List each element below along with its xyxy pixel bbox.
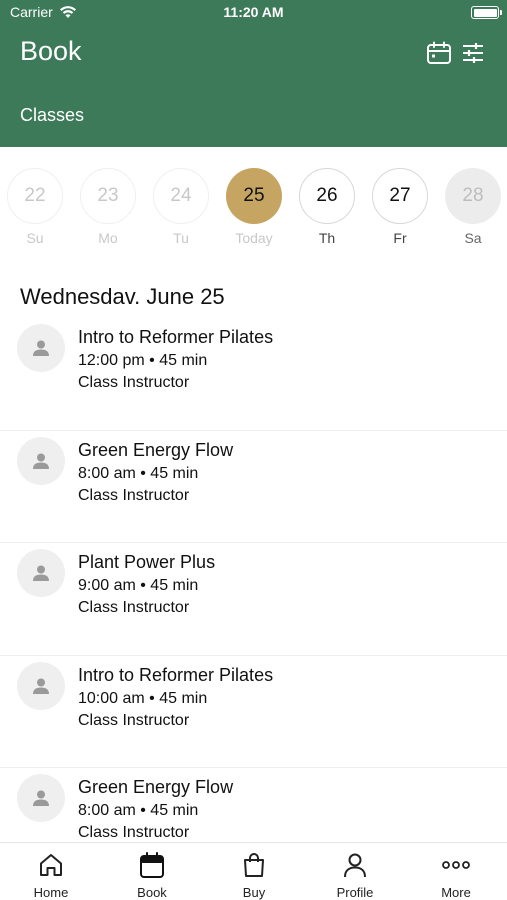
tab-label: More <box>441 885 471 900</box>
class-instructor: Class Instructor <box>78 374 190 391</box>
person-placeholder-icon <box>33 565 49 581</box>
more-dots-icon <box>442 861 470 869</box>
class-instructor: Class Instructor <box>78 599 190 616</box>
tab-buy[interactable]: Buy <box>219 849 289 900</box>
instructor-avatar <box>17 436 65 485</box>
tab-label: Profile <box>336 885 374 900</box>
class-instructor: Class Instructor <box>78 711 190 729</box>
day-label: Today <box>235 230 273 246</box>
tab-more[interactable]: More <box>421 849 491 900</box>
tab-book[interactable]: Book <box>117 849 187 900</box>
tab-home[interactable]: Home <box>16 849 86 900</box>
person-placeholder-icon <box>33 453 49 469</box>
calendar-icon <box>427 41 451 64</box>
page-title: Book <box>20 36 82 66</box>
instructor-avatar <box>17 661 65 710</box>
day-number: 26 <box>299 168 355 224</box>
day-label: Sa <box>464 230 482 246</box>
filter-sliders-icon <box>463 43 483 63</box>
day-saturday[interactable]: 28 Sa <box>445 168 501 246</box>
home-icon <box>40 854 62 876</box>
class-time-duration: 9:00 am • 45 min <box>78 577 199 594</box>
instructor-avatar <box>17 549 65 597</box>
tab-label: Book <box>137 885 167 900</box>
class-list-item[interactable]: Intro to Reformer Pilates 12:00 pm • 45 … <box>0 318 507 431</box>
day-label: Tu <box>173 230 189 246</box>
class-name: Green Energy Flow <box>78 439 234 460</box>
day-number: 25 <box>226 168 282 224</box>
day-number: 22 <box>7 168 63 224</box>
instructor-avatar <box>17 324 65 372</box>
battery-icon <box>471 6 502 19</box>
day-today-selected[interactable]: 25 Today <box>226 168 282 246</box>
person-placeholder-icon <box>33 678 49 694</box>
section-subtitle: Classes <box>20 105 85 125</box>
day-label: Mo <box>98 230 118 246</box>
day-number: 23 <box>80 168 136 224</box>
day-number: 28 <box>445 168 501 224</box>
class-instructor: Class Instructor <box>78 486 190 504</box>
class-time-duration: 10:00 am • 45 min <box>78 689 208 707</box>
tab-label: Home <box>33 885 69 900</box>
app-header: Book Classes <box>0 26 507 147</box>
day-number: 27 <box>372 168 428 224</box>
week-day-selector: 22 Su 23 Mo 24 Tu 25 Today 26 Th 27 Fr 2… <box>0 168 507 250</box>
class-list-item[interactable]: Green Energy Flow 8:00 am • 45 min Class… <box>0 768 507 842</box>
filter-button[interactable] <box>459 40 487 66</box>
class-time-duration: 8:00 am • 45 min <box>78 464 199 482</box>
day-thursday[interactable]: 26 Th <box>299 168 355 246</box>
day-label: Th <box>318 230 336 246</box>
calendar-filled-icon <box>140 852 164 878</box>
person-placeholder-icon <box>33 790 49 806</box>
day-tuesday[interactable]: 24 Tu <box>153 168 209 246</box>
class-name: Intro to Reformer Pilates <box>78 664 274 685</box>
class-time-duration: 8:00 am • 45 min <box>78 802 199 819</box>
status-bar: Carrier 11:20 AM <box>0 0 507 26</box>
tab-profile[interactable]: Profile <box>320 849 390 900</box>
day-label: Fr <box>393 230 407 246</box>
class-list-item[interactable]: Plant Power Plus 9:00 am • 45 min Class … <box>0 543 507 656</box>
class-list-item[interactable]: Green Energy Flow 8:00 am • 45 min Class… <box>0 431 507 543</box>
shopping-bag-icon <box>244 853 264 877</box>
person-placeholder-icon <box>33 340 49 356</box>
day-number: 24 <box>153 168 209 224</box>
class-list[interactable]: Intro to Reformer Pilates 12:00 pm • 45 … <box>0 318 507 842</box>
status-time: 11:20 AM <box>223 4 284 20</box>
bottom-tab-bar: Home Book Buy Profile More <box>0 842 507 900</box>
class-instructor: Class Instructor <box>78 824 190 841</box>
day-friday[interactable]: 27 Fr <box>372 168 428 246</box>
tab-label: Buy <box>242 885 266 900</box>
day-label: Su <box>26 230 44 246</box>
day-sunday[interactable]: 22 Su <box>7 168 63 246</box>
class-name: Plant Power Plus <box>78 552 216 572</box>
class-list-item[interactable]: Intro to Reformer Pilates 10:00 am • 45 … <box>0 656 507 768</box>
class-name: Green Energy Flow <box>78 777 234 797</box>
date-heading: Wednesdav. June 25 <box>20 284 225 309</box>
class-name: Intro to Reformer Pilates <box>78 327 274 347</box>
day-monday[interactable]: 23 Mo <box>80 168 136 246</box>
instructor-avatar <box>17 774 65 822</box>
person-icon <box>344 853 366 878</box>
calendar-button[interactable] <box>425 40 453 66</box>
class-time-duration: 12:00 pm • 45 min <box>78 352 208 369</box>
